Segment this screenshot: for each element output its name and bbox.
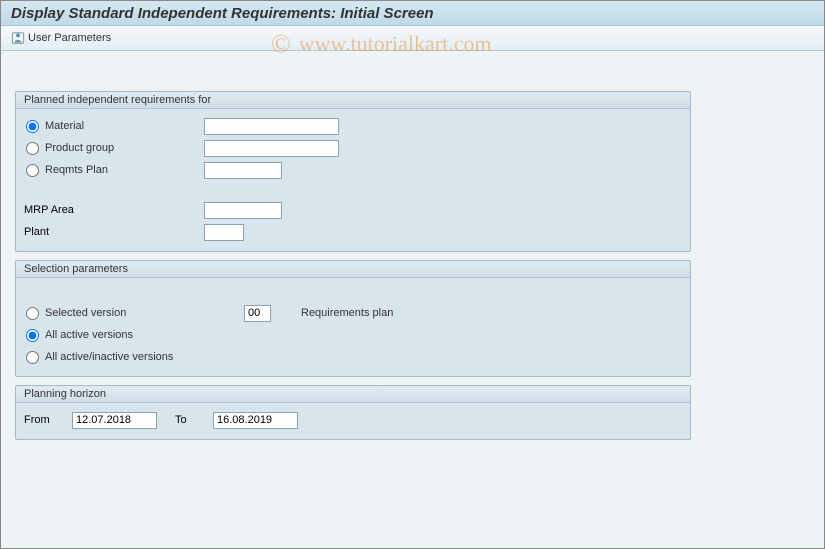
radio-all-active[interactable] (26, 329, 39, 342)
to-label: To (175, 414, 205, 426)
radio-product-group-label: Product group (45, 142, 114, 154)
mrp-area-input[interactable] (204, 202, 282, 219)
user-parameters-label: User Parameters (28, 32, 111, 44)
selected-version-input[interactable] (244, 305, 271, 322)
radio-selected-version-label: Selected version (45, 307, 126, 319)
radio-all-active-label: All active versions (45, 329, 133, 341)
from-date-input[interactable] (72, 412, 157, 429)
radio-reqmts-plan[interactable] (26, 164, 39, 177)
content-area: Planned independent requirements for Mat… (1, 51, 824, 548)
group-planned-requirements: Planned independent requirements for Mat… (15, 91, 691, 252)
page-title: Display Standard Independent Requirement… (1, 1, 824, 26)
user-parameters-icon (11, 31, 25, 45)
plant-label: Plant (24, 226, 204, 238)
radio-product-group[interactable] (26, 142, 39, 155)
from-label: From (24, 414, 64, 426)
plant-input[interactable] (204, 224, 244, 241)
radio-selected-version[interactable] (26, 307, 39, 320)
group-planning-horizon-title: Planning horizon (16, 386, 690, 403)
group-selection-params-title: Selection parameters (16, 261, 690, 278)
toolbar: User Parameters (1, 26, 824, 51)
group-planning-horizon: Planning horizon From To (15, 385, 691, 440)
radio-material[interactable] (26, 120, 39, 133)
group-planned-requirements-title: Planned independent requirements for (16, 92, 690, 109)
group-selection-params: Selection parameters Selected version Re… (15, 260, 691, 377)
radio-material-label: Material (45, 120, 84, 132)
requirements-plan-label: Requirements plan (301, 307, 393, 319)
radio-all-active-inactive-label: All active/inactive versions (45, 351, 173, 363)
radio-all-active-inactive[interactable] (26, 351, 39, 364)
user-parameters-button[interactable]: User Parameters (7, 29, 118, 48)
reqmts-plan-input[interactable] (204, 162, 282, 179)
product-group-input[interactable] (204, 140, 339, 157)
radio-reqmts-plan-label: Reqmts Plan (45, 164, 108, 176)
to-date-input[interactable] (213, 412, 298, 429)
mrp-area-label: MRP Area (24, 204, 204, 216)
material-input[interactable] (204, 118, 339, 135)
